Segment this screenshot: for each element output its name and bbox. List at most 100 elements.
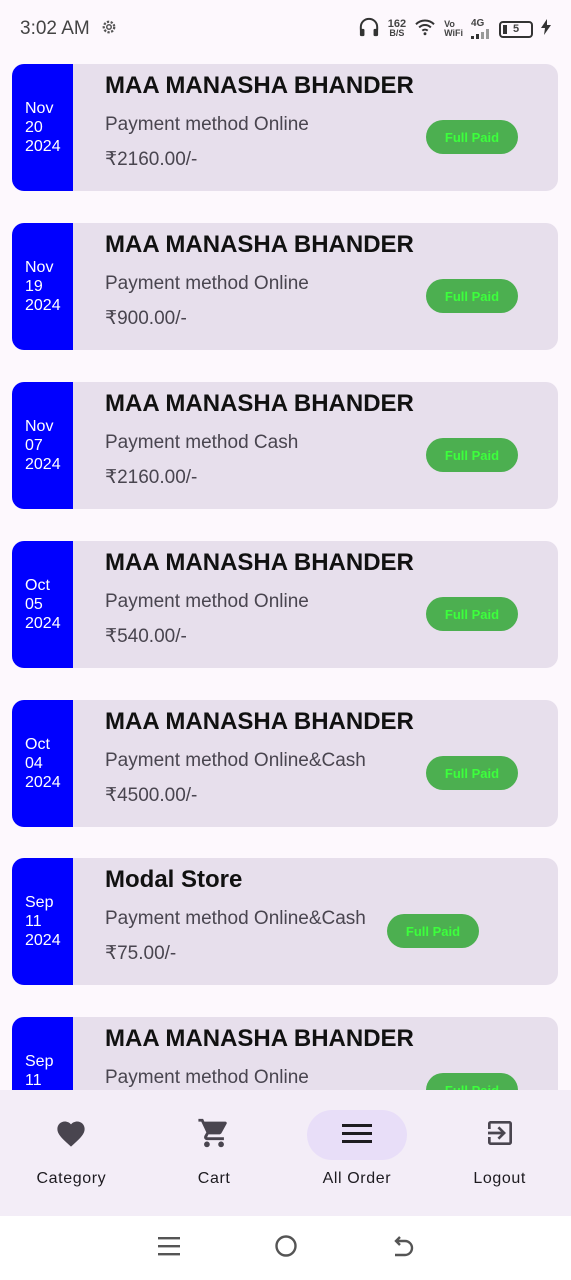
network-type: 4G bbox=[471, 18, 485, 29]
order-card[interactable]: Sep 11 2024 MAA MANASHA BHANDER Payment … bbox=[12, 1017, 558, 1090]
payment-method: Payment method Online bbox=[105, 273, 309, 294]
order-amount: ₹2160.00/- bbox=[105, 149, 198, 170]
order-date: Nov 20 2024 bbox=[12, 64, 73, 191]
net-speed: 162 B/S bbox=[388, 19, 406, 38]
payment-method: Payment method Online bbox=[105, 1067, 309, 1088]
heart-icon bbox=[54, 1118, 88, 1153]
home-button[interactable] bbox=[271, 1233, 301, 1263]
nav-icon-container bbox=[450, 1110, 550, 1160]
order-date: Nov 07 2024 bbox=[12, 382, 73, 509]
order-details: MAA MANASHA BHANDER Payment method Onlin… bbox=[73, 541, 558, 668]
order-date: Nov 19 2024 bbox=[12, 223, 73, 350]
bottom-navigation: Category Cart All Order Logout bbox=[0, 1090, 571, 1216]
nav-icon-container bbox=[164, 1110, 264, 1160]
order-month: Nov bbox=[25, 100, 54, 117]
recent-apps-icon bbox=[157, 1235, 180, 1262]
recent-apps-button[interactable] bbox=[154, 1233, 184, 1263]
order-card[interactable]: Sep 11 2024 Modal Store Payment method O… bbox=[12, 858, 558, 985]
nav-icon-container bbox=[21, 1110, 121, 1160]
paid-status-badge: Full Paid bbox=[426, 756, 518, 790]
order-card[interactable]: Nov 07 2024 MAA MANASHA BHANDER Payment … bbox=[12, 382, 558, 509]
order-amount: ₹4500.00/- bbox=[105, 785, 198, 806]
order-date: Sep 11 2024 bbox=[12, 1017, 73, 1090]
paid-status-badge: Full Paid bbox=[426, 597, 518, 631]
logout-icon bbox=[484, 1117, 516, 1154]
order-month: Sep bbox=[25, 894, 54, 911]
order-details: MAA MANASHA BHANDER Payment method Cash … bbox=[73, 382, 558, 509]
vowifi-bottom: WiFi bbox=[444, 28, 463, 38]
paid-status-badge: Full Paid bbox=[426, 120, 518, 154]
status-time: 3:02 AM bbox=[20, 18, 90, 39]
order-day: 11 bbox=[25, 913, 42, 930]
paid-status-badge: Full Paid bbox=[387, 914, 479, 948]
order-amount: ₹75.00/- bbox=[105, 943, 177, 964]
order-amount: ₹540.00/- bbox=[105, 626, 187, 647]
battery-level: 5 bbox=[512, 23, 520, 35]
order-details: MAA MANASHA BHANDER Payment method Onlin… bbox=[73, 700, 558, 827]
order-year: 2024 bbox=[25, 138, 61, 155]
nav-category[interactable]: Category bbox=[0, 1090, 143, 1216]
payment-method: Payment method Cash bbox=[105, 432, 299, 453]
order-day: 05 bbox=[25, 596, 43, 613]
store-name: MAA MANASHA BHANDER bbox=[105, 390, 414, 417]
order-year: 2024 bbox=[25, 932, 61, 949]
store-name: MAA MANASHA BHANDER bbox=[105, 549, 414, 576]
order-list[interactable]: Nov 20 2024 MAA MANASHA BHANDER Payment … bbox=[0, 58, 571, 1090]
store-name: MAA MANASHA BHANDER bbox=[105, 708, 414, 735]
order-details: MAA MANASHA BHANDER Payment method Onlin… bbox=[73, 1017, 558, 1090]
payment-method: Payment method Online&Cash bbox=[105, 908, 366, 929]
paid-status-badge: Full Paid bbox=[426, 438, 518, 472]
nav-label: Logout bbox=[473, 1170, 526, 1187]
order-date: Oct 05 2024 bbox=[12, 541, 73, 668]
home-circle-icon bbox=[274, 1234, 298, 1263]
payment-method: Payment method Online bbox=[105, 591, 309, 612]
nav-label: All Order bbox=[322, 1170, 392, 1187]
back-button[interactable] bbox=[388, 1233, 418, 1263]
back-arrow-icon bbox=[391, 1234, 415, 1263]
charging-bolt-icon bbox=[541, 18, 551, 40]
order-day: 19 bbox=[25, 278, 43, 295]
order-details: MAA MANASHA BHANDER Payment method Onlin… bbox=[73, 223, 558, 350]
store-name: MAA MANASHA BHANDER bbox=[105, 1025, 414, 1052]
nav-all-order[interactable]: All Order bbox=[286, 1090, 429, 1216]
paid-status-badge: Full Paid bbox=[426, 1073, 518, 1090]
order-card[interactable]: Oct 04 2024 MAA MANASHA BHANDER Payment … bbox=[12, 700, 558, 827]
order-card[interactable]: Nov 19 2024 MAA MANASHA BHANDER Payment … bbox=[12, 223, 558, 350]
nav-label: Category bbox=[36, 1170, 107, 1187]
order-details: MAA MANASHA BHANDER Payment method Onlin… bbox=[73, 64, 558, 191]
order-day: 04 bbox=[25, 755, 43, 772]
status-bar: 3:02 AM 162 B/S Vo WiFi 4G 5 bbox=[0, 0, 571, 58]
vowifi-indicator: Vo WiFi bbox=[444, 20, 463, 38]
order-amount: ₹900.00/- bbox=[105, 308, 187, 329]
nav-cart[interactable]: Cart bbox=[143, 1090, 286, 1216]
payment-method: Payment method Online bbox=[105, 114, 309, 135]
order-month: Sep bbox=[25, 1053, 54, 1070]
order-card[interactable]: Oct 05 2024 MAA MANASHA BHANDER Payment … bbox=[12, 541, 558, 668]
system-navigation-bar bbox=[0, 1216, 571, 1280]
nav-label: Cart bbox=[197, 1170, 231, 1187]
order-day: 11 bbox=[25, 1072, 42, 1089]
battery-indicator: 5 bbox=[499, 20, 533, 38]
signal-icon: 4G bbox=[471, 19, 491, 39]
store-name: MAA MANASHA BHANDER bbox=[105, 72, 414, 99]
payment-method: Payment method Online&Cash bbox=[105, 750, 366, 771]
menu-icon bbox=[341, 1121, 373, 1150]
order-card[interactable]: Nov 20 2024 MAA MANASHA BHANDER Payment … bbox=[12, 64, 558, 191]
order-day: 07 bbox=[25, 437, 43, 454]
order-month: Oct bbox=[25, 736, 50, 753]
order-year: 2024 bbox=[25, 774, 61, 791]
order-month: Oct bbox=[25, 577, 50, 594]
store-name: MAA MANASHA BHANDER bbox=[105, 231, 414, 258]
order-date: Oct 04 2024 bbox=[12, 700, 73, 827]
headphones-icon bbox=[358, 17, 380, 42]
store-name: Modal Store bbox=[105, 866, 243, 893]
order-year: 2024 bbox=[25, 615, 61, 632]
nav-logout[interactable]: Logout bbox=[428, 1090, 571, 1216]
order-month: Nov bbox=[25, 259, 54, 276]
cart-icon bbox=[197, 1116, 231, 1155]
settings-gear-icon bbox=[100, 18, 118, 41]
nav-icon-container bbox=[306, 1110, 407, 1160]
order-day: 20 bbox=[25, 119, 43, 136]
order-details: Modal Store Payment method Online&Cash ₹… bbox=[73, 858, 558, 985]
order-year: 2024 bbox=[25, 297, 61, 314]
